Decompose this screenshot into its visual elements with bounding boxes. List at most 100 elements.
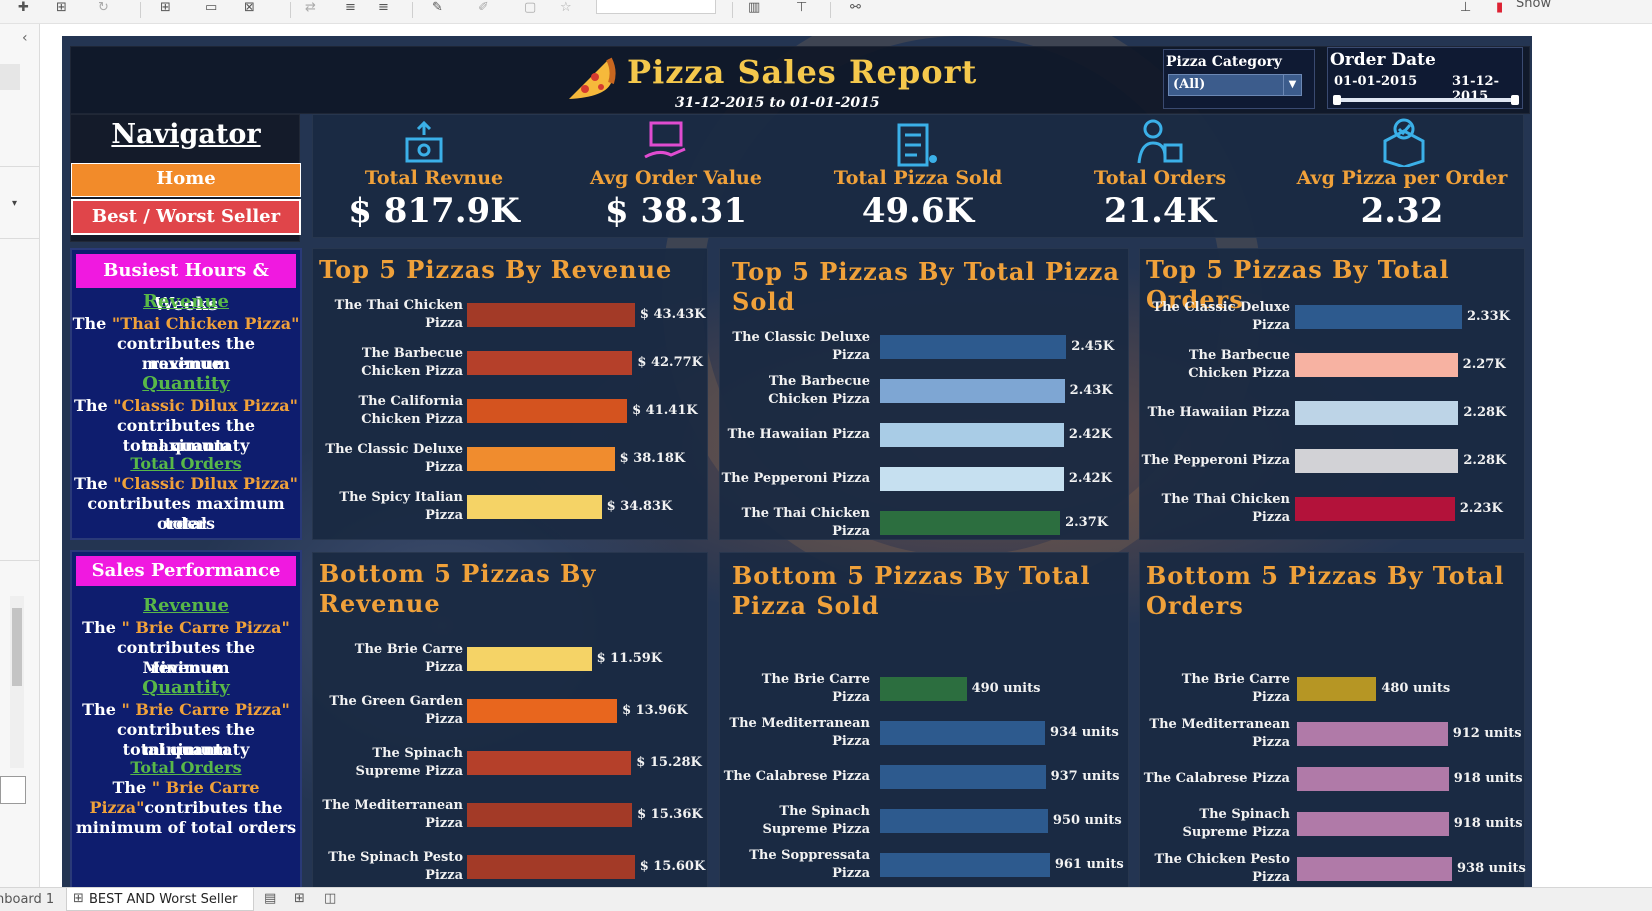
- new-worksheet-icon[interactable]: ▤: [264, 891, 276, 906]
- slider-start-handle[interactable]: [1333, 95, 1341, 105]
- busiest-highlight: "Classic Dilux Pizza": [113, 396, 298, 415]
- bar[interactable]: [1297, 722, 1448, 746]
- presentation-icon[interactable]: ⊤: [796, 0, 807, 15]
- bar[interactable]: [467, 303, 635, 327]
- navigator-title: Navigator: [111, 119, 261, 150]
- tab-dashboard-1[interactable]: hboard 1: [0, 892, 54, 907]
- bar-value-label: 2.42K: [1068, 427, 1112, 442]
- bar[interactable]: [880, 423, 1064, 447]
- bar-value-label: 918 units: [1453, 816, 1523, 831]
- busiest-highlight: "Classic Dilux Pizza": [113, 474, 298, 493]
- bar[interactable]: [467, 803, 633, 827]
- bar[interactable]: [467, 447, 615, 471]
- order-date-label: Order Date: [1330, 50, 1436, 70]
- redo-icon[interactable]: ↻: [98, 0, 109, 15]
- bar-value-label: $ 41.41K: [632, 403, 698, 418]
- panel-dropdown-icon[interactable]: ▾: [12, 198, 17, 209]
- share-icon[interactable]: ⚯: [850, 0, 861, 15]
- date-slider[interactable]: [1333, 95, 1519, 105]
- bar[interactable]: [1297, 677, 1377, 701]
- pin-icon[interactable]: ☆: [560, 0, 572, 15]
- bar[interactable]: [880, 809, 1048, 833]
- bar[interactable]: [1295, 305, 1462, 329]
- bar-value-label: 934 units: [1050, 725, 1119, 740]
- show-me-label[interactable]: Show: [1516, 0, 1551, 11]
- new-sheet-icon[interactable]: ⊞: [56, 0, 67, 15]
- slider-end-handle[interactable]: [1511, 95, 1519, 105]
- report-title: Pizza Sales Report: [627, 53, 978, 91]
- annotate-icon[interactable]: ✐: [478, 0, 489, 15]
- bar[interactable]: [1297, 767, 1449, 791]
- chevron-down-icon[interactable]: ▼: [1283, 75, 1301, 95]
- kpi-value: $ 817.9K: [348, 191, 520, 231]
- device-preview-icon[interactable]: ⊥: [1460, 0, 1471, 15]
- new-dashboard-icon[interactable]: ⊞: [294, 891, 305, 906]
- bar[interactable]: [880, 677, 967, 701]
- bar-category-label: The Mediterranean Pizza: [322, 798, 463, 831]
- bar-category-label: The Brie Carre Pizza: [354, 642, 463, 675]
- sales-text: revenue: [150, 658, 222, 677]
- bar[interactable]: [880, 765, 1046, 789]
- busiest-panel: Busiest Hours & Weeks Revenue The "Thai …: [70, 248, 302, 540]
- fit-icon[interactable]: ▢: [524, 0, 536, 15]
- bar[interactable]: [1297, 812, 1449, 836]
- bar[interactable]: [1297, 857, 1452, 881]
- tab-best-and-worst-seller[interactable]: ⊞ BEST AND Worst Seller: [66, 888, 254, 911]
- delete-icon[interactable]: ▭: [205, 0, 217, 15]
- kpi-panel: Total Revnue $ 817.9K Avg Order Value $ …: [312, 114, 1524, 238]
- sort-asc-icon[interactable]: ≡: [345, 0, 356, 15]
- bar[interactable]: [467, 751, 632, 775]
- sales-highlight: Pizza": [89, 798, 145, 817]
- busiest-highlight: "Thai Chicken Pizza": [111, 314, 300, 333]
- panel-scrollbar[interactable]: [10, 596, 24, 768]
- chart-title: Bottom 5 Pizzas By Total Orders: [1146, 561, 1505, 620]
- bar[interactable]: [467, 351, 633, 375]
- bar[interactable]: [467, 399, 628, 423]
- show-me-icon[interactable]: ▮: [1496, 0, 1503, 15]
- bar[interactable]: [880, 335, 1067, 359]
- home-button[interactable]: Home: [71, 163, 301, 197]
- kpi-label: Avg Pizza per Order: [1296, 167, 1508, 189]
- new-story-icon[interactable]: ◫: [324, 891, 336, 906]
- bar-value-label: $ 15.28K: [636, 755, 702, 770]
- collapse-icon[interactable]: ‹: [22, 30, 28, 46]
- insert-row-icon[interactable]: ⊞: [160, 0, 171, 15]
- bar[interactable]: [880, 511, 1061, 535]
- bar[interactable]: [1295, 449, 1459, 473]
- bar-value-label: 937 units: [1050, 769, 1120, 784]
- bar[interactable]: [880, 379, 1065, 403]
- bar-value-label: 961 units: [1054, 857, 1124, 872]
- bar-category-label: The Barbecue Chicken Pizza: [768, 374, 870, 407]
- bar[interactable]: [880, 467, 1064, 491]
- category-select[interactable]: (All) ▼: [1168, 74, 1302, 96]
- best-worst-seller-button[interactable]: Best / Worst Seller: [71, 199, 301, 235]
- chart-icon[interactable]: ▥: [748, 0, 760, 15]
- highlight-icon[interactable]: ✎: [432, 0, 443, 15]
- bar-value-label: $ 34.83K: [606, 499, 673, 514]
- bar[interactable]: [467, 495, 602, 519]
- add-icon[interactable]: ✚: [18, 0, 29, 15]
- bar[interactable]: [467, 647, 592, 671]
- bar-category-label: The Spinach Supreme Pizza: [762, 804, 870, 837]
- sales-text: minimum of total orders: [75, 818, 297, 837]
- bar[interactable]: [1295, 497, 1455, 521]
- bar[interactable]: [467, 855, 635, 879]
- fit-dropdown[interactable]: [596, 0, 716, 14]
- bar-value-label: $ 15.36K: [637, 807, 703, 822]
- bar-value-label: 2.28K: [1463, 405, 1507, 420]
- panel-input[interactable]: [0, 776, 26, 804]
- busiest-text: total quantaty: [122, 436, 250, 455]
- clear-icon[interactable]: ⊠: [244, 0, 255, 15]
- bar[interactable]: [467, 699, 618, 723]
- bar[interactable]: [880, 853, 1050, 877]
- sort-desc-icon[interactable]: ≡: [378, 0, 389, 15]
- bar[interactable]: [1295, 401, 1459, 425]
- sales-performance-title: Sales Performance: [76, 556, 296, 586]
- category-filter: Pizza Category (All) ▼: [1163, 49, 1315, 109]
- bar[interactable]: [1295, 353, 1458, 377]
- panel-item[interactable]: [0, 64, 20, 90]
- sales-highlight: " Brie Carre Pizza": [121, 700, 290, 719]
- bar-value-label: 938 units: [1457, 861, 1526, 876]
- swap-icon[interactable]: ⇄: [305, 0, 316, 15]
- bar[interactable]: [880, 721, 1046, 745]
